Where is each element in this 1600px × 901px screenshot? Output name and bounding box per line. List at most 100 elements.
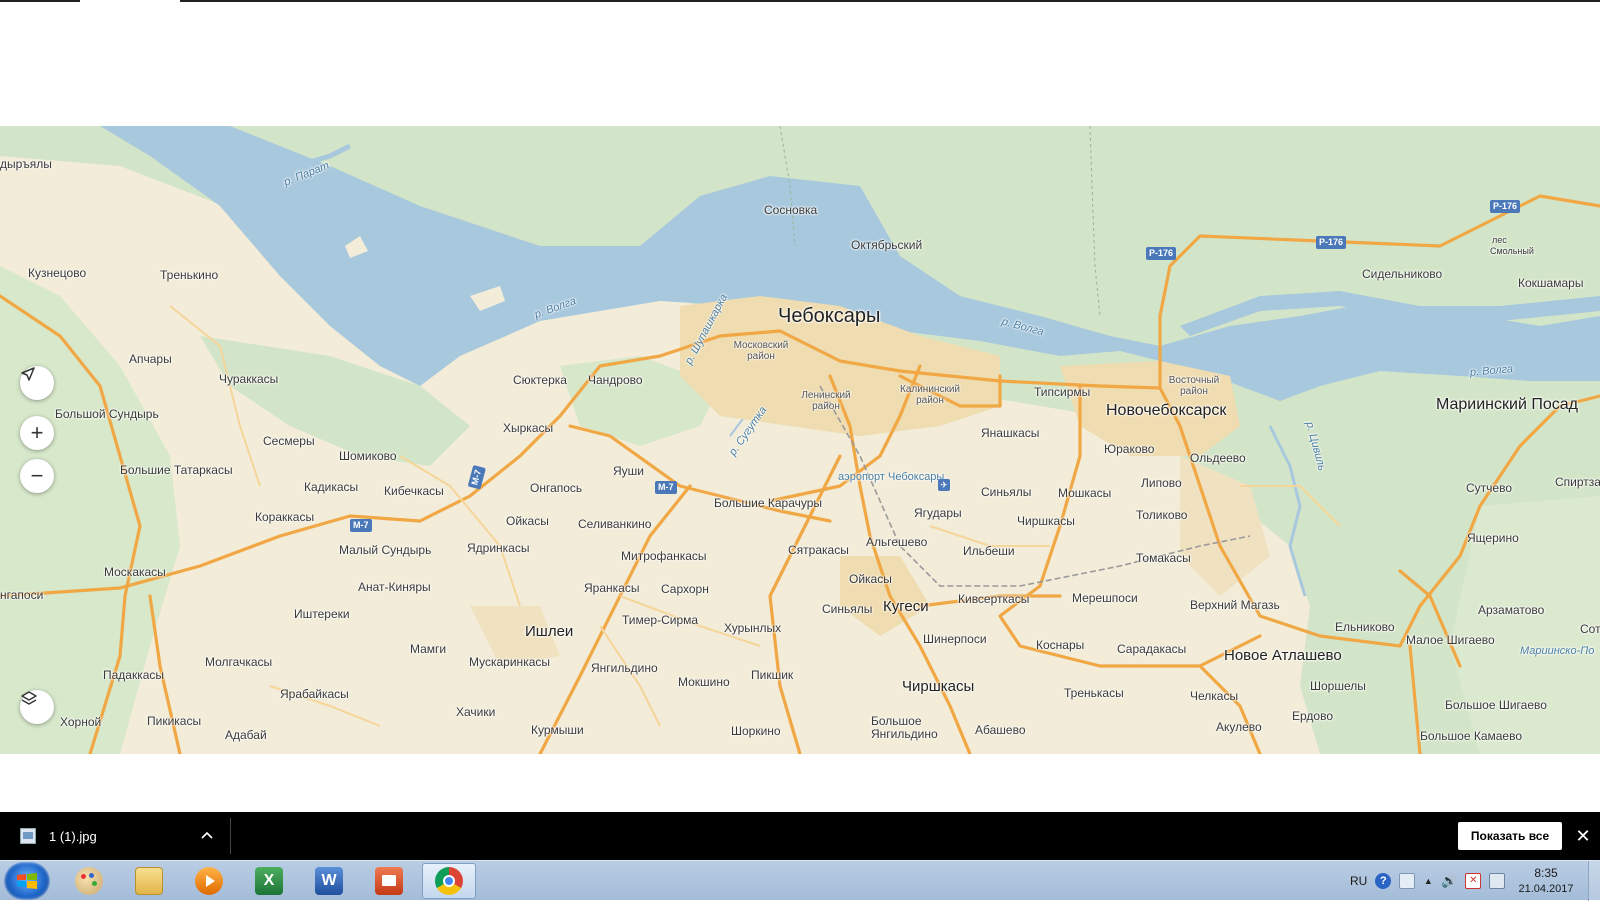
- road-badge-r176: Р-176: [1316, 236, 1347, 249]
- place-label: Томакасы: [1136, 551, 1191, 565]
- zoom-out-button[interactable]: −: [20, 459, 54, 493]
- place-label: Курмыши: [531, 723, 584, 737]
- place-label: Кибечкасы: [384, 484, 444, 498]
- downloads-bar: 1 (1).jpg Показать все ✕: [0, 812, 1600, 860]
- show-desktop-button[interactable]: [1588, 861, 1600, 901]
- place-label: Кораккасы: [255, 510, 315, 524]
- paint-icon: [75, 867, 103, 895]
- place-label: Янгильдино: [871, 727, 938, 741]
- place-label: Мокшино: [678, 675, 730, 689]
- action-center-flag-icon[interactable]: ✕: [1465, 873, 1482, 889]
- download-item[interactable]: 1 (1).jpg: [0, 812, 230, 860]
- start-button[interactable]: [4, 862, 50, 900]
- district-label-kalininsky: Калининский район: [900, 384, 960, 406]
- place-label: Тимер-Сирма: [622, 613, 699, 627]
- taskbar-app-excel[interactable]: X: [242, 863, 296, 899]
- close-icon[interactable]: ✕: [1572, 824, 1594, 848]
- place-label: Сятракасы: [788, 543, 849, 557]
- place-label: Анат-Киняры: [358, 580, 431, 594]
- place-label: Москакасы: [104, 565, 166, 579]
- chevron-up-icon[interactable]: [198, 826, 216, 844]
- place-label: Альгешево: [866, 535, 928, 549]
- taskbar-app-media[interactable]: [182, 863, 236, 899]
- place-label: Пикшик: [751, 668, 794, 682]
- taskbar-app-explorer[interactable]: [122, 863, 176, 899]
- place-label: Спиртзав: [1555, 475, 1600, 489]
- place-label: Верхний Магазь: [1190, 598, 1280, 612]
- page-bottom-area: [0, 754, 1600, 812]
- taskbar-app-word[interactable]: W: [302, 863, 356, 899]
- city-label-cheboksary: Чебоксары: [778, 305, 881, 327]
- locate-button[interactable]: [20, 366, 54, 400]
- volume-icon[interactable]: 🔊: [1441, 873, 1457, 889]
- place-label: Янгильдино: [591, 661, 658, 675]
- place-label: Абашево: [975, 723, 1026, 737]
- airport-icon: ✈: [938, 479, 950, 491]
- place-label: Хурынлых: [724, 621, 782, 635]
- place-label: Тренькино: [160, 268, 219, 282]
- map-view[interactable]: Чебоксары Новочебоксарск Мариинский Поса…: [0, 126, 1600, 754]
- place-label: Шоркино: [731, 724, 781, 738]
- place-label: Кадикасы: [304, 480, 359, 494]
- place-label: Мускаринкасы: [469, 655, 550, 669]
- system-tray: RU ? ▲ 🔊 ✕: [1340, 861, 1506, 901]
- zoom-in-button[interactable]: +: [20, 416, 54, 450]
- place-label: Шоршелы: [1310, 679, 1366, 693]
- taskbar-clock[interactable]: 8:35 21.04.2017: [1510, 865, 1582, 897]
- place-label: Митрофанкасы: [621, 549, 707, 563]
- keyboard-settings-icon[interactable]: [1399, 873, 1416, 889]
- excel-icon: X: [255, 867, 283, 895]
- place-label: Большие Татаркасы: [120, 463, 233, 477]
- page-top-area: [0, 0, 1600, 126]
- place-label: Селиванкино: [578, 517, 652, 531]
- place-label: Сюктерка: [513, 373, 567, 387]
- place-label: Синьялы: [822, 602, 873, 616]
- show-hidden-icons-icon[interactable]: ▲: [1423, 873, 1433, 889]
- city-label-mariinsky-posad: Мариинский Посад: [1436, 396, 1578, 413]
- place-label: Сарадакасы: [1117, 642, 1187, 656]
- place-label: Ольдеево: [1190, 451, 1246, 465]
- layers-button[interactable]: [20, 690, 54, 724]
- place-label: Мерешпоси: [1072, 591, 1138, 605]
- place-label: Сархорн: [661, 582, 709, 596]
- place-label: Чураккасы: [219, 372, 279, 386]
- place-label: Ядринкасы: [467, 541, 530, 555]
- place-label: Шинерпоси: [923, 632, 987, 646]
- district-label-moskovsky: Московский район: [733, 340, 789, 362]
- place-label: Ильбеши: [963, 544, 1015, 558]
- place-label: Онгапось: [530, 481, 583, 495]
- taskbar-app-chrome[interactable]: [422, 863, 476, 899]
- road-badge-r176: Р-176: [1490, 200, 1521, 213]
- district-label-leninsky: Ленинский район: [801, 390, 851, 412]
- place-label: Большое: [871, 714, 922, 728]
- place-label: Апчары: [129, 352, 172, 366]
- network-icon[interactable]: [1489, 873, 1506, 889]
- place-label: Шомиково: [339, 449, 397, 463]
- taskbar-app-presentation[interactable]: [362, 863, 416, 899]
- place-label: Мамги: [410, 642, 447, 656]
- show-all-button[interactable]: Показать все: [1458, 822, 1562, 850]
- place-label: Челкасы: [1190, 689, 1239, 703]
- media-player-icon: [195, 867, 223, 895]
- place-label: Типсирмы: [1034, 385, 1091, 399]
- place-label: Падаккасы: [103, 668, 165, 682]
- place-label: Ойкасы: [506, 514, 549, 528]
- place-label: Ярабайкасы: [280, 687, 349, 701]
- place-label: Ердово: [1292, 709, 1333, 723]
- place-label: Юраково: [1104, 442, 1155, 456]
- place-label: Янашкасы: [981, 426, 1040, 440]
- help-icon[interactable]: ?: [1375, 873, 1392, 889]
- download-filename: 1 (1).jpg: [49, 828, 97, 844]
- windows-logo-icon: [17, 873, 37, 889]
- place-label: Мариинско-По: [1520, 645, 1595, 657]
- language-indicator[interactable]: RU: [1350, 874, 1367, 888]
- place-label: Большой Сундырь: [55, 407, 159, 421]
- place-label: Липово: [1141, 476, 1182, 490]
- city-label-kugesi: Кугеси: [883, 598, 929, 615]
- place-label: Ельниково: [1335, 620, 1395, 634]
- place-label: Хачики: [456, 705, 496, 719]
- place-label: Молгачкасы: [205, 655, 273, 669]
- taskbar-app-paint[interactable]: [62, 863, 116, 899]
- place-label: Синьялы: [981, 485, 1032, 499]
- place-label: Малое Шигаево: [1406, 633, 1495, 647]
